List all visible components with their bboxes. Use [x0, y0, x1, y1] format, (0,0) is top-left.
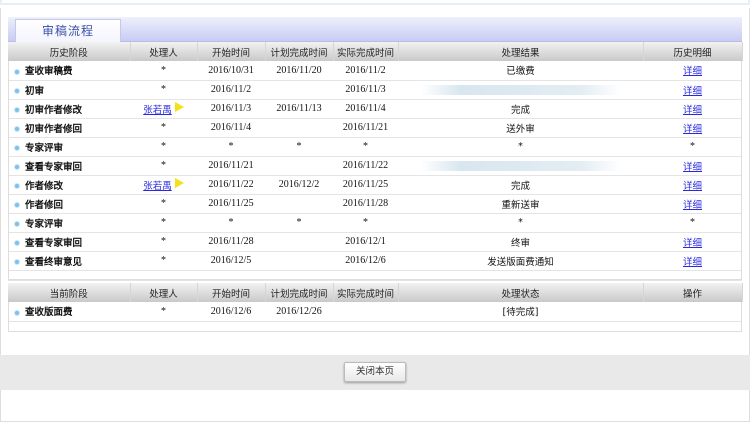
current-header-row: 当前阶段 处理人 开始时间 计划完成时间 实际完成时间 处理状态 操作: [8, 283, 743, 302]
tab-review-process[interactable]: 审稿流程: [15, 19, 121, 43]
column-header: 计划完成时间: [265, 42, 334, 61]
column-header: 操作: [643, 283, 743, 302]
column-header: 计划完成时间: [265, 283, 334, 302]
column-header: 开始时间: [197, 42, 266, 61]
column-header: 处理人: [130, 42, 198, 61]
history-header-row: 历史阶段 处理人 开始时间 计划完成时间 实际完成时间 处理结果 历史明细: [8, 42, 743, 61]
top-border: [0, 0, 750, 5]
close-page-button[interactable]: 关闭本页: [344, 362, 406, 382]
column-header: 历史明细: [643, 42, 743, 61]
column-header: 开始时间: [197, 283, 266, 302]
footer-bar: 关闭本页: [0, 355, 750, 390]
history-table-border: [8, 61, 742, 280]
column-header: 历史阶段: [8, 42, 131, 61]
current-table-border: [8, 302, 742, 332]
column-header: 实际完成时间: [333, 42, 399, 61]
column-header: 处理状态: [398, 283, 644, 302]
column-header: 处理人: [130, 283, 198, 302]
column-header: 处理结果: [398, 42, 644, 61]
column-header: 当前阶段: [8, 283, 131, 302]
tab-bar: 审稿流程: [8, 17, 742, 43]
column-header: 实际完成时间: [333, 283, 399, 302]
